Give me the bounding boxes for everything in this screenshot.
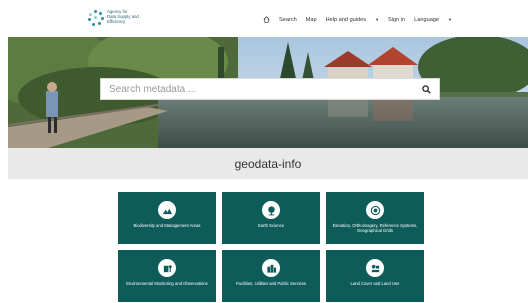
nav-language-label: Language <box>414 16 440 23</box>
search-icon[interactable] <box>422 84 431 94</box>
orbit-icon <box>366 201 384 219</box>
nav-search[interactable]: Search <box>279 17 297 23</box>
category-tiles: Biodiversity and Management Areas Earth … <box>118 192 424 302</box>
tile-environmental-monitoring[interactable]: Environmental Monitoring and Observation… <box>118 250 216 302</box>
monitoring-icon <box>158 259 176 277</box>
nav-signin[interactable]: Sign in <box>388 17 405 23</box>
landscape-icon <box>158 201 176 219</box>
tile-biodiversity[interactable]: Biodiversity and Management Areas <box>118 192 216 244</box>
nav-map[interactable]: Map <box>306 17 317 23</box>
land-use-icon <box>366 259 384 277</box>
logo-line-3: Efficiency <box>107 19 126 25</box>
home-icon[interactable] <box>263 16 270 23</box>
nav-language[interactable]: Language ▼ <box>414 17 452 23</box>
tile-label: Environmental Monitoring and Observation… <box>126 281 208 286</box>
chevron-down-icon: ▼ <box>448 16 452 22</box>
tile-elevation[interactable]: Elevation, Orthoimagery, Reference Syste… <box>326 192 424 244</box>
top-header: Agency for Data Supply and Efficiency Se… <box>0 0 528 37</box>
logo-dots-icon <box>88 10 104 26</box>
nav-help-label: Help and guides <box>325 16 367 23</box>
tile-earth-science[interactable]: Earth Science <box>222 192 320 244</box>
chevron-down-icon: ▼ <box>375 16 380 22</box>
globe-icon <box>262 201 280 219</box>
tile-label: Facilities, Utilities and Public Service… <box>235 281 307 286</box>
buildings-icon <box>262 259 280 277</box>
tile-label: Land Cover and Land Use <box>350 281 400 286</box>
tile-land-cover[interactable]: Land Cover and Land Use <box>326 250 424 302</box>
title-band: geodata-info <box>8 148 528 179</box>
tile-facilities[interactable]: Facilities, Utilities and Public Service… <box>222 250 320 302</box>
page-title: geodata-info <box>234 156 302 171</box>
search-input[interactable] <box>109 83 422 95</box>
nav-help[interactable]: Help and guides ▼ <box>326 17 379 23</box>
tile-label: Biodiversity and Management Areas <box>133 223 201 228</box>
metadata-search-box <box>100 78 440 100</box>
logo-text: Agency for Data Supply and Efficiency <box>107 9 143 25</box>
tile-label: Earth Science <box>257 223 285 228</box>
agency-logo[interactable]: Agency for Data Supply and Efficiency <box>88 9 143 26</box>
main-nav: Search Map Help and guides ▼ Sign in Lang… <box>263 16 452 23</box>
tile-label: Elevation, Orthoimagery, Reference Syste… <box>332 223 418 234</box>
